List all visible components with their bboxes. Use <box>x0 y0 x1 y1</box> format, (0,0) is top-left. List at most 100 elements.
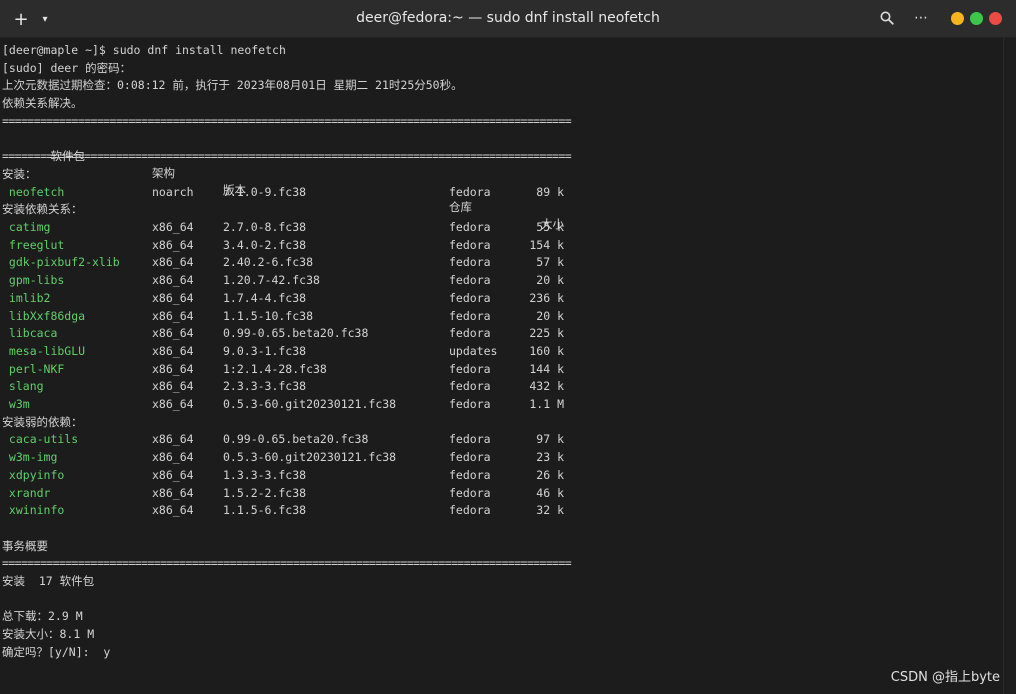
package-repo: fedora <box>449 485 491 500</box>
minimize-button[interactable] <box>951 11 964 25</box>
package-size: 20 k <box>536 273 564 288</box>
deps-resolved-line: 依赖关系解决。 <box>2 96 83 111</box>
confirm-prompt[interactable]: 确定吗？[y/N]: y <box>2 644 110 661</box>
package-repo: fedora <box>449 184 491 199</box>
package-name: w3m <box>2 397 30 411</box>
package-size: 26 k <box>536 467 564 482</box>
rule-line-summary: ========================================… <box>2 556 572 571</box>
titlebar-right-controls: ⋯ <box>877 8 1002 28</box>
package-version: 1.1.5-10.fc38 <box>223 308 314 323</box>
package-size: 55 k <box>536 220 564 234</box>
package-row: w3m x86_64 0.5.3-60.git20230121.fc38 fedora… <box>2 396 602 413</box>
package-arch: x86_64 <box>152 326 194 341</box>
maximize-button[interactable] <box>970 11 983 25</box>
package-row: xdpyinfo x86_64 1.3.3-3.fc38 fedora 26 k <box>2 467 602 484</box>
package-size: 144 k <box>529 361 564 376</box>
package-arch: x86_64 <box>152 485 194 500</box>
package-arch: x86_64 <box>152 397 194 411</box>
package-version: 9.0.3-1.fc38 <box>223 343 307 358</box>
package-version: 0.99-0.65.beta20.fc38 <box>223 326 369 341</box>
package-row: xrandr x86_64 1.5.2-2.fc38 fedora 46 k <box>2 485 602 502</box>
package-version: 2.40.2-6.fc38 <box>223 255 314 270</box>
package-version: 1.5.2-2.fc38 <box>223 485 307 500</box>
metadata-check-line: 上次元数据过期检查：0:08:12 前，执行于 2023年08月01日 星期二 … <box>2 78 463 93</box>
package-size: 154 k <box>529 237 564 252</box>
package-version: 1:2.1.4-28.fc38 <box>223 361 327 376</box>
package-arch: x86_64 <box>152 343 194 358</box>
package-name: libXxf86dga <box>2 308 86 323</box>
package-repo: fedora <box>449 467 491 482</box>
package-repo: fedora <box>449 432 491 447</box>
install-size-line: 安装大小：8.1 M <box>2 627 95 642</box>
package-version: 1.1.5-6.fc38 <box>223 503 307 518</box>
package-size: 160 k <box>529 343 564 358</box>
package-repo: fedora <box>449 237 491 252</box>
package-row: slang x86_64 2.3.3-3.fc38 fedora 432 k <box>2 378 602 395</box>
package-version: 0.5.3-60.git20230121.fc38 <box>223 397 397 411</box>
package-row: imlib2 x86_64 1.7.4-4.fc38 fedora 236 k <box>2 290 602 307</box>
package-name: libcaca <box>2 326 58 341</box>
package-size: 89 k <box>536 184 564 199</box>
table-header: 软件包 架构 版本 仓库 大小 <box>2 131 602 231</box>
prompt-line: [deer@maple ~]$ sudo dnf install neofetc… <box>2 43 286 57</box>
package-repo: fedora <box>449 220 491 234</box>
package-name: caca-utils <box>2 432 79 447</box>
package-repo: fedora <box>449 326 491 341</box>
package-arch: x86_64 <box>152 220 194 234</box>
package-arch: x86_64 <box>152 273 194 288</box>
more-options-icon[interactable]: ⋯ <box>911 8 931 28</box>
window-title: deer@fedora:~ — sudo dnf install neofetc… <box>356 10 660 26</box>
terminal-window: + ▾ deer@fedora:~ — sudo dnf install neo… <box>0 0 1016 694</box>
package-arch: x86_64 <box>152 237 194 252</box>
package-repo: fedora <box>449 503 491 518</box>
package-name: perl-NKF <box>2 361 65 376</box>
total-download-line: 总下载：2.9 M <box>2 609 83 624</box>
package-size: 97 k <box>536 432 564 447</box>
package-row: libcaca x86_64 0.99-0.65.beta20.fc38 fedora… <box>2 325 602 342</box>
deps-section-label: 安装依赖关系： <box>2 202 83 217</box>
package-repo: fedora <box>449 255 491 270</box>
package-row: mesa-libGLU x86_64 9.0.3-1.fc38 updates 160 … <box>2 343 602 360</box>
package-version: 2.7.0-8.fc38 <box>223 220 307 234</box>
package-arch: x86_64 <box>152 432 194 447</box>
rule-line-top: ========================================… <box>2 113 572 128</box>
package-repo: fedora <box>449 450 491 465</box>
package-name: w3m-img <box>2 450 58 465</box>
package-repo: fedora <box>449 361 491 376</box>
package-name: neofetch <box>2 184 65 199</box>
package-row: w3m-img x86_64 0.5.3-60.git20230121.fc38 fe… <box>2 449 602 466</box>
package-name: xrandr <box>2 485 51 500</box>
header-repo: 仓库 <box>449 199 472 214</box>
package-size: 46 k <box>536 485 564 500</box>
package-name: freeglut <box>2 237 65 252</box>
package-arch: x86_64 <box>152 308 194 323</box>
package-row: gdk-pixbuf2-xlib x86_64 2.40.2-6.fc38 fedor… <box>2 254 602 271</box>
title-bar: + ▾ deer@fedora:~ — sudo dnf install neo… <box>0 0 1016 38</box>
package-arch: x86_64 <box>152 503 194 518</box>
search-icon[interactable] <box>877 8 897 28</box>
package-size: 57 k <box>536 255 564 270</box>
package-name: catimg <box>2 220 51 234</box>
package-size: 432 k <box>529 379 564 394</box>
package-arch: x86_64 <box>152 379 194 394</box>
package-name: imlib2 <box>2 290 51 305</box>
close-button[interactable] <box>989 11 1002 25</box>
package-version: 1.20.7-42.fc38 <box>223 273 320 288</box>
package-row: freeglut x86_64 3.4.0-2.fc38 fedora 154 k <box>2 237 602 254</box>
package-name: xwininfo <box>2 503 65 518</box>
package-version: 0.5.3-60.git20230121.fc38 <box>223 450 397 465</box>
package-repo: fedora <box>449 290 491 305</box>
install-section-label: 安装： <box>2 166 37 181</box>
terminal-scrollbar[interactable] <box>1003 38 1016 694</box>
package-version: 1.7.4-4.fc38 <box>223 290 307 305</box>
package-version: 7.1.0-9.fc38 <box>223 184 307 199</box>
package-name: slang <box>2 379 44 394</box>
package-row: xwininfo x86_64 1.1.5-6.fc38 fedora 32 k <box>2 502 602 519</box>
package-name: gpm-libs <box>2 273 65 288</box>
package-repo: fedora <box>449 273 491 288</box>
terminal-output[interactable]: [deer@maple ~]$ sudo dnf install neofetc… <box>0 38 1004 694</box>
package-repo: fedora <box>449 379 491 394</box>
package-repo: fedora <box>449 308 491 323</box>
package-size: 20 k <box>536 308 564 323</box>
package-version: 0.99-0.65.beta20.fc38 <box>223 432 369 447</box>
